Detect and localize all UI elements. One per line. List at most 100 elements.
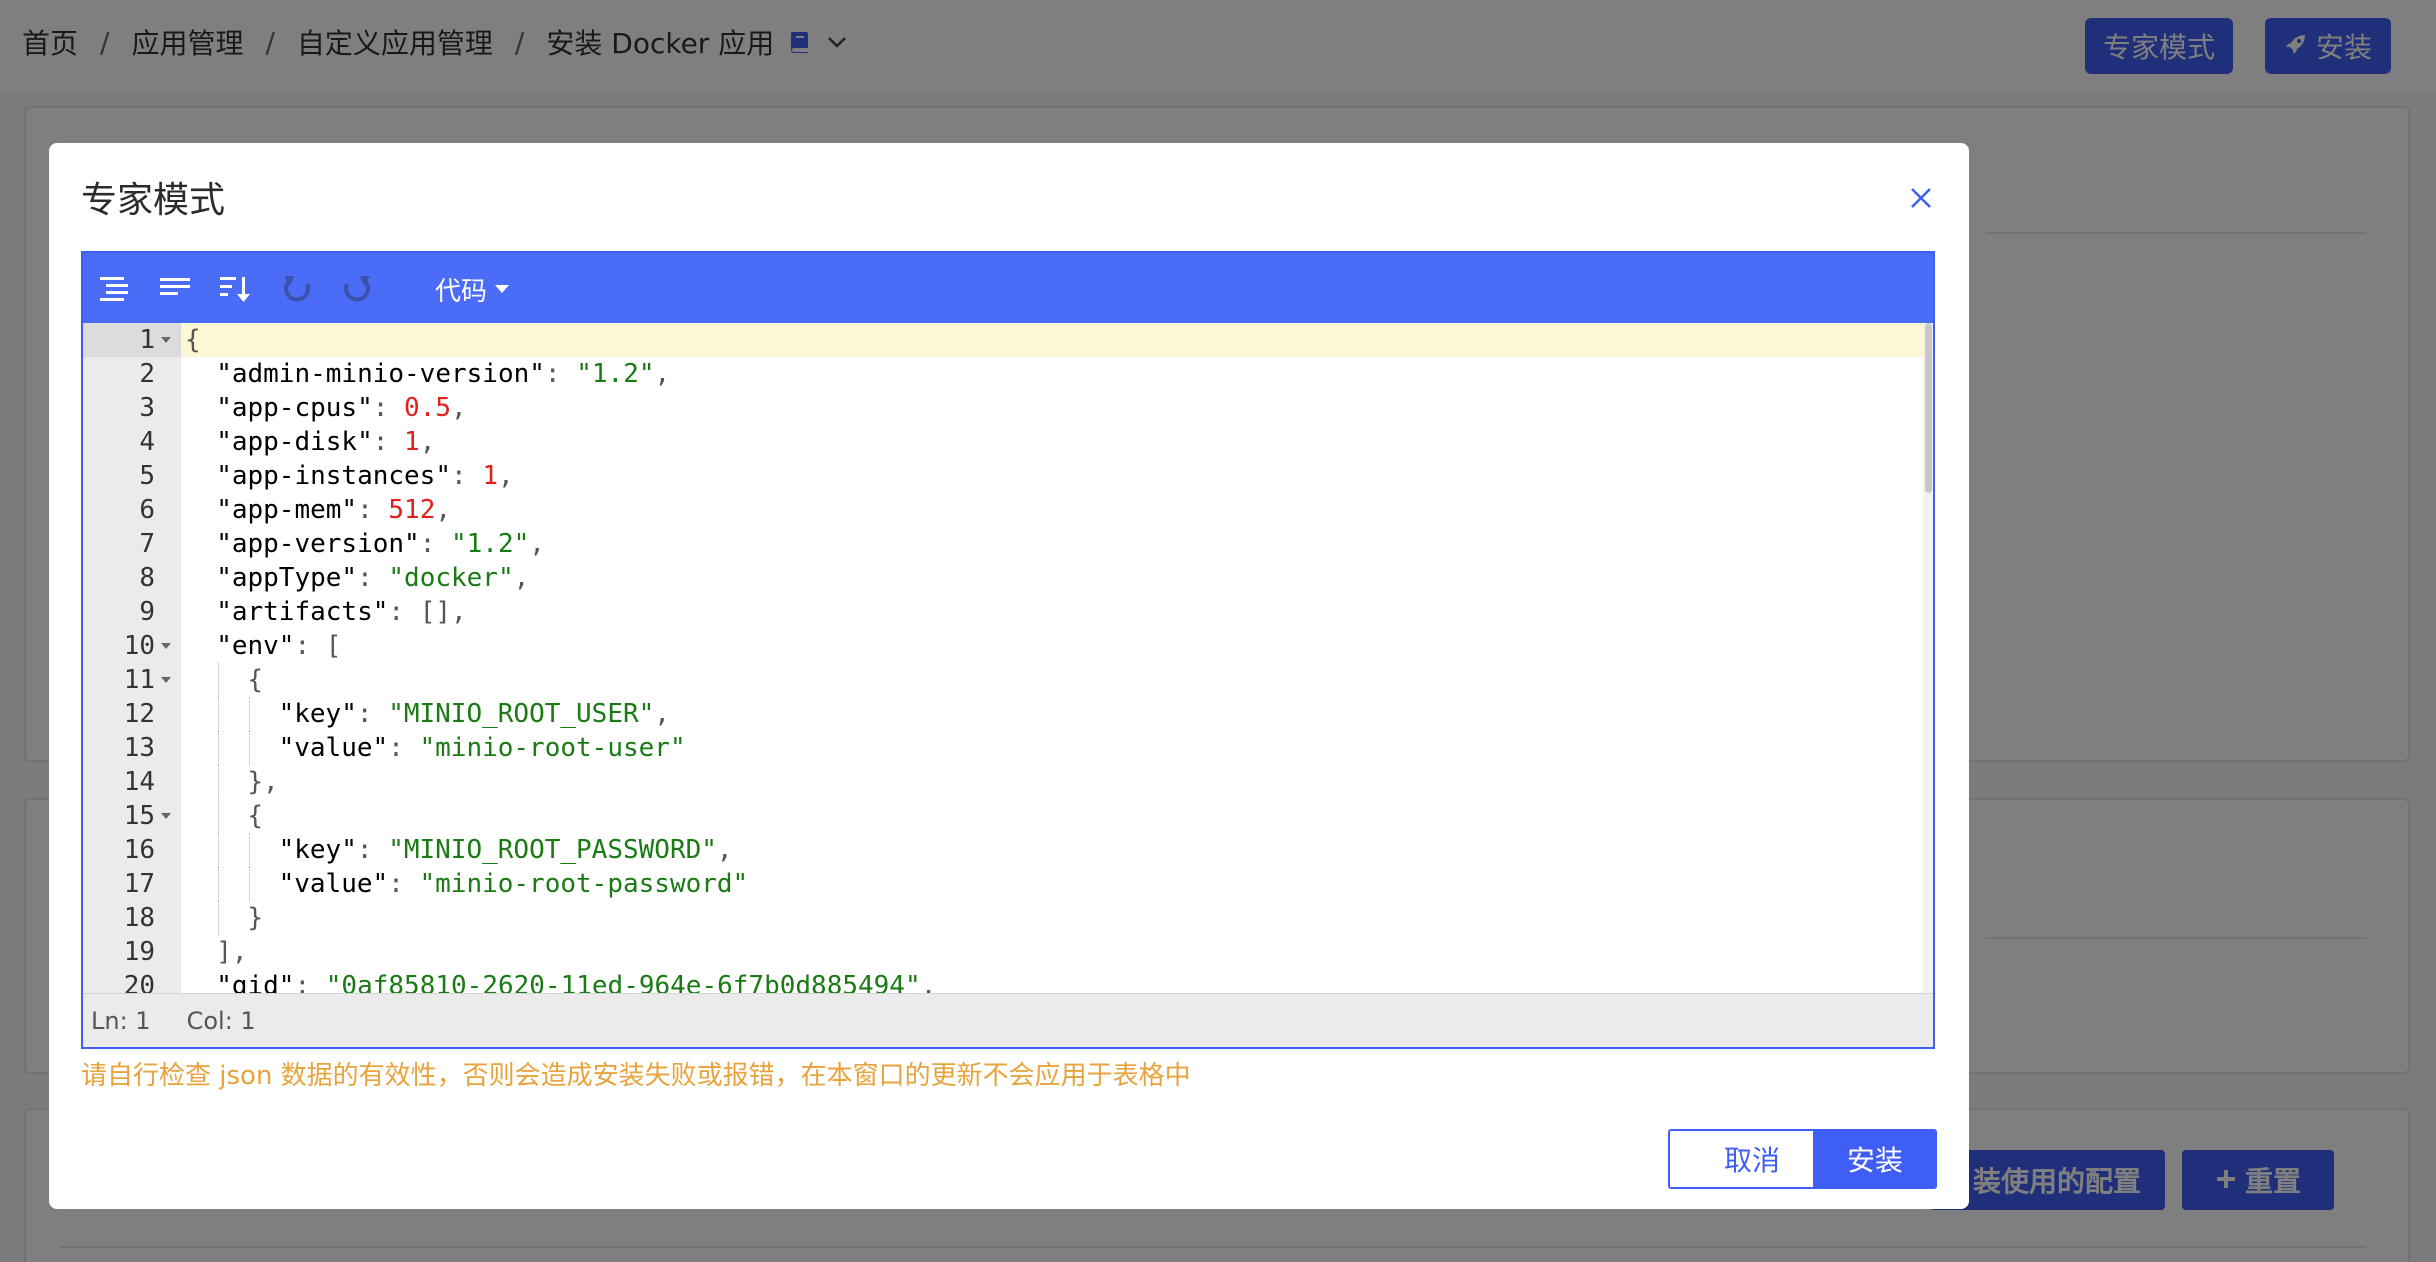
- code-token: 1: [404, 427, 420, 457]
- code-token: :: [451, 461, 483, 491]
- code-line: 15 {: [83, 799, 1923, 833]
- code-token: "app-mem": [216, 495, 358, 525]
- compact-icon[interactable]: [157, 271, 193, 307]
- code-token: "minio-root-user": [419, 733, 686, 763]
- fold-toggle-icon[interactable]: [161, 337, 171, 343]
- code-token: "admin-minio-version": [216, 359, 545, 389]
- indent-guide: [218, 663, 220, 697]
- mode-dropdown[interactable]: 代码: [435, 269, 510, 309]
- code-line: 17 "value": "minio-root-password": [83, 867, 1923, 901]
- line-number: 13: [123, 733, 155, 763]
- code-token: :: [357, 563, 389, 593]
- editor-toolbar: 代码: [83, 253, 1933, 323]
- line-number: 12: [123, 699, 155, 729]
- line-number: 18: [123, 903, 155, 933]
- code-line: 8 "appType": "docker",: [83, 561, 1923, 595]
- warning-text: 请自行检查 json 数据的有效性，否则会造成安装失败或报错，在本窗口的更新不会…: [81, 1061, 1191, 1091]
- caret-down-icon: [495, 285, 510, 293]
- code-token: "app-disk": [216, 427, 373, 457]
- code-token: ,: [497, 461, 514, 491]
- fold-toggle-icon[interactable]: [161, 677, 171, 683]
- code-token: ,: [654, 699, 670, 729]
- code-token: :: [356, 835, 389, 865]
- scrollbar-thumb[interactable]: [1925, 323, 1932, 493]
- code-text: {: [247, 663, 263, 697]
- code-token: :: [544, 359, 577, 389]
- code-token: ,: [920, 971, 937, 993]
- code-line: 4 "app-disk": 1,: [83, 425, 1923, 459]
- code-text: }: [247, 901, 263, 935]
- code-token: "app-instances": [216, 461, 451, 491]
- page: 首页 / 应用管理 / 自定义应用管理 / 安装 Docker 应用 专家模式 …: [0, 0, 2436, 1262]
- line-number: 3: [139, 393, 155, 423]
- indent-guide: [249, 697, 251, 731]
- cancel-button[interactable]: 取消: [1668, 1129, 1836, 1189]
- expert-mode-dialog: 专家模式 代码 1 {2 "admin-minio-version": "1.…: [49, 143, 1969, 1209]
- code-line: 6 "app-mem": 512,: [83, 493, 1923, 527]
- code-line: 7 "app-version": "1.2",: [83, 527, 1923, 561]
- code-token: "value": [278, 733, 389, 763]
- undo-icon[interactable]: [279, 271, 315, 307]
- code-text: "app-mem": 512,: [216, 493, 451, 527]
- code-token: []: [419, 597, 451, 627]
- code-token: ,: [716, 835, 733, 865]
- cursor-line: Ln: 1: [91, 1006, 151, 1035]
- code-text: {: [247, 799, 263, 833]
- json-editor: 代码 1 {2 "admin-minio-version": "1.2", 3 "app…: [81, 251, 1935, 1049]
- code-token: }: [247, 903, 264, 933]
- code-line: 18}: [83, 901, 1923, 935]
- code-text: "env": [: [216, 629, 341, 663]
- cursor-column: Col: 1: [186, 1006, 256, 1035]
- code-token: ,: [529, 529, 545, 559]
- dialog-install-button[interactable]: 安装: [1813, 1129, 1937, 1189]
- fold-toggle-icon[interactable]: [161, 813, 171, 819]
- code-line: 3 "app-cpus": 0.5,: [83, 391, 1923, 425]
- indent-guide: [218, 901, 220, 935]
- code-text: {: [185, 323, 201, 357]
- code-token: :: [294, 631, 326, 661]
- code-line: 9 "artifacts": [],: [83, 595, 1923, 629]
- code-token: "MINIO_ROOT_USER": [388, 699, 655, 729]
- code-token: :: [372, 427, 405, 457]
- code-token: :: [419, 529, 451, 559]
- redo-icon[interactable]: [339, 271, 375, 307]
- line-number: 20: [123, 971, 155, 993]
- code-token: :: [388, 869, 420, 899]
- line-number: 16: [123, 835, 155, 865]
- line-number: 6: [139, 495, 155, 525]
- code-token: ,: [451, 393, 467, 423]
- editor-statusbar: Ln: 1 Col: 1: [83, 993, 1933, 1047]
- line-number: 7: [139, 529, 155, 559]
- code-text: "key": "MINIO_ROOT_USER",: [279, 697, 670, 731]
- code-token: {: [247, 801, 264, 831]
- line-number: 5: [139, 461, 155, 491]
- line-number: 11: [123, 665, 155, 695]
- code-area[interactable]: 1 {2 "admin-minio-version": "1.2", 3 "app-cp…: [83, 323, 1933, 993]
- line-number: 2: [139, 359, 155, 389]
- code-token: {: [247, 665, 264, 695]
- code-token: "1.2": [576, 359, 655, 389]
- code-text: "gid": "0af85810-2620-11ed-964e-6f7b0d88…: [216, 969, 936, 993]
- code-text: "app-disk": 1,: [216, 425, 435, 459]
- line-number: 1: [139, 325, 155, 355]
- indent-guide: [218, 765, 220, 799]
- code-line: 11 {: [83, 663, 1923, 697]
- code-text: ],: [216, 935, 247, 969]
- code-token: "key": [278, 699, 357, 729]
- code-token: "docker": [388, 563, 514, 593]
- code-token: "app-cpus": [216, 393, 373, 423]
- dialog-title: 专家模式: [81, 180, 226, 221]
- code-token: {: [185, 325, 201, 355]
- code-token: "artifacts": [216, 597, 389, 627]
- line-number: 8: [139, 563, 155, 593]
- cancel-label: 取消: [1723, 1144, 1780, 1177]
- fold-toggle-icon[interactable]: [161, 643, 171, 649]
- code-text: "admin-minio-version": "1.2",: [216, 357, 670, 391]
- code-token: 512: [388, 495, 436, 525]
- code-line: 13 "value": "minio-root-user": [83, 731, 1923, 765]
- code-line: 20 "gid": "0af85810-2620-11ed-964e-6f7b0d…: [83, 969, 1923, 993]
- format-icon[interactable]: [97, 271, 133, 307]
- sort-icon[interactable]: [217, 271, 253, 307]
- code-line: 12 "key": "MINIO_ROOT_USER",: [83, 697, 1923, 731]
- close-icon[interactable]: [1904, 181, 1938, 215]
